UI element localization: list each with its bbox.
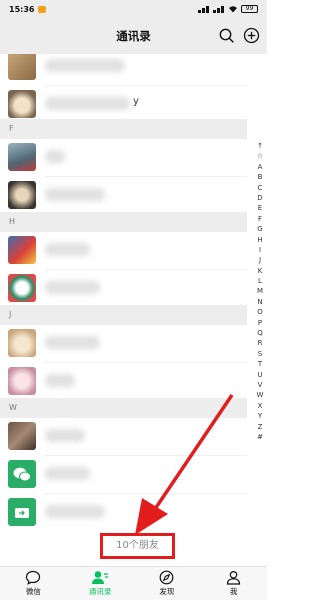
index-letter[interactable]: Y <box>253 411 267 421</box>
battery-icon: 99 <box>241 5 258 13</box>
avatar <box>8 329 36 357</box>
contact-name-blurred <box>45 467 90 480</box>
contact-row[interactable] <box>0 494 247 532</box>
wifi-icon <box>229 6 237 13</box>
index-letter[interactable]: P <box>253 318 267 328</box>
tab-label: 我 <box>229 587 238 596</box>
index-letter[interactable]: N <box>253 297 267 307</box>
contact-row[interactable] <box>0 232 247 270</box>
file-transfer-icon <box>15 508 29 518</box>
avatar <box>8 236 36 264</box>
section-header-h: H <box>0 212 247 232</box>
avatar <box>8 143 36 171</box>
status-icons: 99 <box>198 5 258 13</box>
index-letter[interactable]: J <box>253 255 267 265</box>
header: 通讯录 <box>0 18 267 54</box>
index-letter[interactable]: G <box>253 224 267 234</box>
wechat-pay-avatar <box>8 460 36 488</box>
search-icon[interactable] <box>218 27 235 44</box>
index-letter[interactable]: Z <box>253 422 267 432</box>
chat-icon <box>26 570 41 585</box>
avatar <box>8 90 36 118</box>
alphabet-index-bar[interactable]: ↑ ☆ A B C D E F G H I J K L M N O P Q R S T U V W X Y Z # <box>253 141 267 442</box>
contact-name-blurred <box>45 59 125 72</box>
index-letter[interactable]: ↑ <box>253 141 267 151</box>
index-letter[interactable]: B <box>253 172 267 182</box>
index-letter[interactable]: U <box>253 370 267 380</box>
section-header-w: W <box>0 398 247 418</box>
contact-row[interactable] <box>0 363 247 401</box>
tab-label: 微信 <box>25 587 41 596</box>
index-letter[interactable]: T <box>253 359 267 369</box>
index-letter[interactable]: L <box>253 276 267 286</box>
avatar <box>8 367 36 395</box>
section-header-f: F <box>0 119 247 139</box>
index-letter[interactable]: F <box>253 214 267 224</box>
index-letter[interactable]: V <box>253 380 267 390</box>
status-time: 15:36 <box>9 4 35 14</box>
contact-name-blurred <box>45 243 90 256</box>
signal-icon <box>198 5 210 13</box>
bottom-tab-bar: 微信 通讯录 发现 我 <box>0 566 267 600</box>
contact-row[interactable] <box>0 177 247 215</box>
tab-chats[interactable]: 微信 <box>0 567 67 600</box>
contact-row[interactable] <box>0 270 247 308</box>
contact-name-blurred <box>45 429 85 442</box>
avatar <box>8 181 36 209</box>
index-letter[interactable]: C <box>253 183 267 193</box>
index-letter[interactable]: W <box>253 390 267 400</box>
wechat-transfer-avatar <box>8 498 36 526</box>
compass-icon <box>159 570 174 585</box>
avatar <box>8 422 36 450</box>
index-letter[interactable]: H <box>253 235 267 245</box>
tab-contacts[interactable]: 通讯录 <box>67 567 134 600</box>
index-letter[interactable]: R <box>253 338 267 348</box>
avatar <box>8 274 36 302</box>
contact-name-blurred <box>45 505 105 518</box>
friend-count: 10个朋友 <box>100 533 175 559</box>
tab-discover[interactable]: 发现 <box>134 567 201 600</box>
section-header-j: J <box>0 305 247 325</box>
wechat-logo-icon <box>13 467 31 481</box>
contact-row[interactable] <box>0 54 247 86</box>
index-letter[interactable]: ☆ <box>253 151 267 161</box>
tab-label: 通讯录 <box>88 587 112 596</box>
index-letter[interactable]: M <box>253 286 267 296</box>
avatar <box>8 54 36 80</box>
index-letter[interactable]: S <box>253 349 267 359</box>
contact-row[interactable] <box>0 325 247 363</box>
index-letter[interactable]: D <box>253 193 267 203</box>
index-letter[interactable]: # <box>253 432 267 442</box>
index-letter[interactable]: K <box>253 266 267 276</box>
contact-name-blurred <box>45 150 65 163</box>
contact-row[interactable] <box>0 139 247 177</box>
contact-name-blurred <box>45 281 100 294</box>
index-letter[interactable]: X <box>253 401 267 411</box>
contact-name-suffix: y <box>133 96 139 107</box>
contact-name-blurred <box>45 336 100 349</box>
signal-icon-2 <box>213 5 225 13</box>
index-letter[interactable]: O <box>253 307 267 317</box>
tab-label: 发现 <box>159 587 175 596</box>
contact-row[interactable] <box>0 456 247 494</box>
index-letter[interactable]: A <box>253 162 267 172</box>
contact-row[interactable] <box>0 418 247 456</box>
contact-name-blurred <box>45 374 75 387</box>
contact-name-blurred <box>45 188 105 201</box>
contacts-icon <box>92 571 109 584</box>
add-circle-icon[interactable] <box>243 27 260 44</box>
person-icon <box>227 571 241 585</box>
tab-me[interactable]: 我 <box>200 567 267 600</box>
notification-icon <box>38 5 47 13</box>
contact-list[interactable]: y F H J W <box>0 54 267 566</box>
index-letter[interactable]: E <box>253 203 267 213</box>
status-bar: 15:36 99 <box>0 0 267 18</box>
contact-name-blurred <box>45 97 130 110</box>
index-letter[interactable]: I <box>253 245 267 255</box>
index-letter[interactable]: Q <box>253 328 267 338</box>
